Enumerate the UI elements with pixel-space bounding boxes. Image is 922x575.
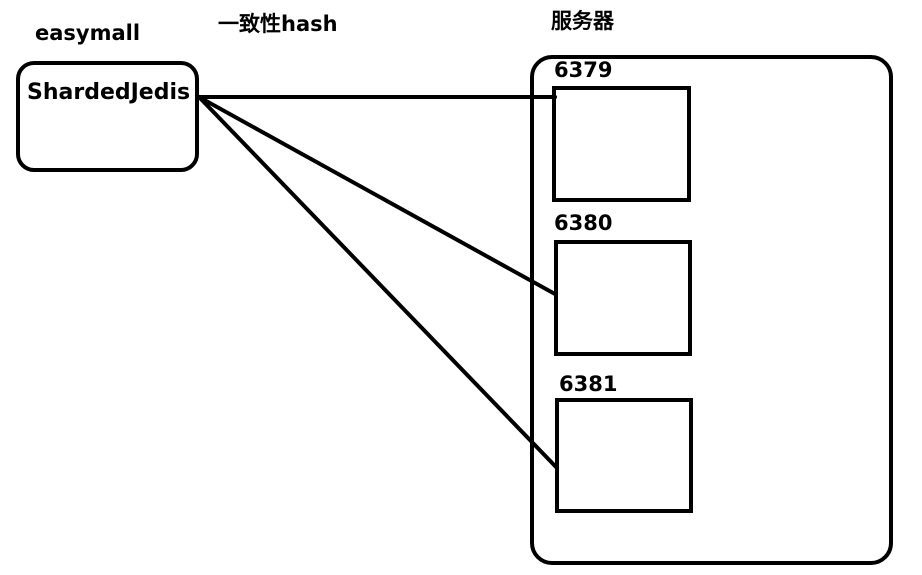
redis-node-box: [554, 240, 692, 356]
redis-node-box: [555, 398, 693, 513]
app-label: easymall: [35, 21, 141, 45]
connector-line-6380: [197, 95, 557, 296]
node-port-label: 6380: [554, 211, 613, 235]
node-port-label: 6379: [554, 58, 613, 82]
algorithm-label: 一致性hash: [218, 12, 338, 36]
client-box: [16, 61, 199, 172]
redis-node-box: [552, 86, 691, 202]
node-port-label: 6381: [559, 372, 618, 396]
client-label: ShardedJedis: [27, 80, 191, 105]
connector-line-6381: [197, 95, 559, 470]
servers-label: 服务器: [551, 9, 614, 33]
